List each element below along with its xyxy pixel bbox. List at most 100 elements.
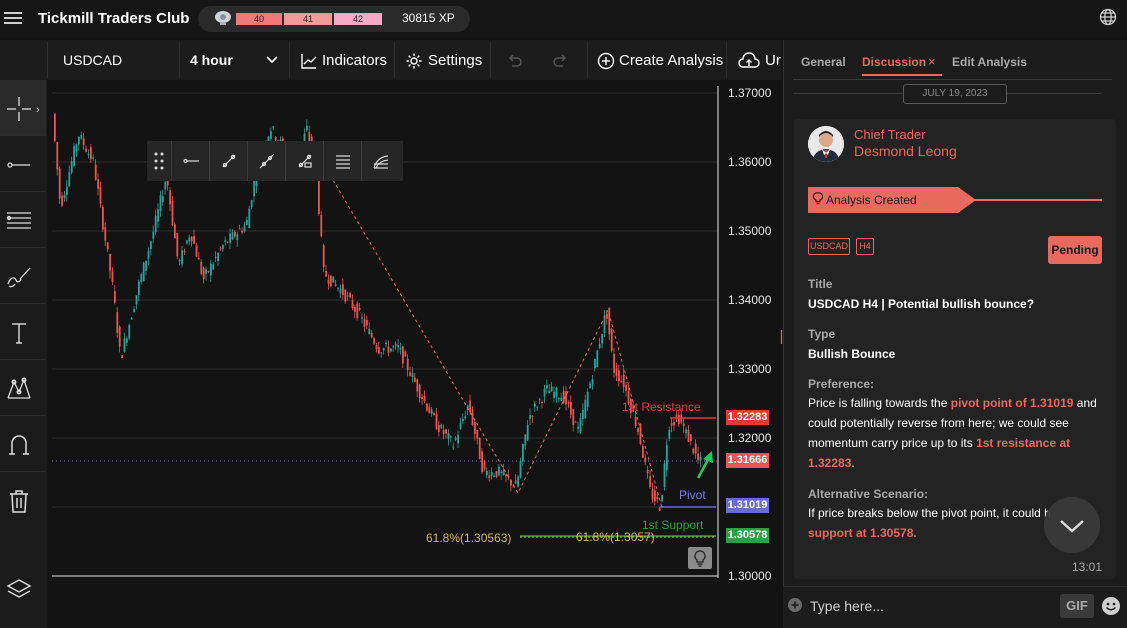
tab-discussion[interactable]: Discussion <box>862 55 926 69</box>
candle-body <box>354 306 356 312</box>
scroll-down-button[interactable] <box>1044 497 1100 553</box>
candle-body <box>75 144 78 152</box>
candle-body <box>171 200 174 225</box>
candle-body <box>63 194 66 199</box>
candle-body <box>219 248 222 250</box>
candle-body <box>70 161 73 173</box>
current-price-tag: 1.31666 <box>726 453 769 468</box>
candle-body <box>90 147 92 160</box>
ray-tool-button[interactable] <box>171 141 209 181</box>
candle-body <box>534 403 536 407</box>
ray-icon <box>183 158 199 164</box>
candle-body <box>673 422 675 426</box>
candle-body <box>560 397 563 401</box>
candle-body <box>368 328 371 334</box>
candle-body <box>529 414 531 419</box>
candle-body <box>670 422 673 426</box>
tab-general[interactable]: General <box>801 55 846 69</box>
info-line-icon <box>298 154 312 168</box>
candle-body <box>270 131 272 139</box>
candle-body <box>596 350 599 367</box>
candle-body <box>61 195 63 206</box>
candle-body <box>543 388 546 397</box>
message-input[interactable] <box>810 596 1050 616</box>
author-name[interactable]: Desmond Leong <box>854 143 957 159</box>
candle-body <box>524 434 527 446</box>
candle-body <box>174 224 176 239</box>
candle-body <box>142 262 145 282</box>
symbol-tag: USDCAD <box>808 238 850 255</box>
horizontal-lines-button[interactable] <box>323 141 361 181</box>
candle-body <box>234 231 236 237</box>
candle-body <box>133 309 135 313</box>
candle-body <box>169 190 171 205</box>
tab-edit-analysis[interactable]: Edit Analysis <box>952 55 1027 69</box>
hint-button[interactable] <box>688 547 712 569</box>
price-axis-label: 1.30000 <box>728 569 772 583</box>
support-price-tag: 1.30578 <box>726 528 769 543</box>
candle-body <box>54 113 56 141</box>
candle-body <box>433 413 435 415</box>
candle-body <box>123 338 126 352</box>
date-separator: JULY 19, 2023 <box>903 84 1007 104</box>
candle-body <box>332 276 335 283</box>
candle-body <box>236 234 239 241</box>
candle-body <box>200 261 203 274</box>
candle-body <box>327 279 330 284</box>
candle-body <box>517 476 519 487</box>
candle-body <box>224 240 227 242</box>
candle-body <box>649 476 651 488</box>
pivot-price-tag: 1.31019 <box>726 498 769 513</box>
candle-body <box>639 423 642 445</box>
drag-handle[interactable] <box>147 141 171 181</box>
candle-body <box>675 414 678 418</box>
candle-body <box>118 326 121 347</box>
candle-body <box>195 245 198 257</box>
emoji-icon[interactable] <box>1101 596 1121 616</box>
title-value: USDCAD H4 | Potential bullish bounce? <box>808 297 1035 311</box>
extended-line-button[interactable] <box>247 141 285 181</box>
candle-body <box>620 380 623 382</box>
candle-body <box>411 372 414 378</box>
candle-body <box>99 186 102 204</box>
candle-body <box>387 346 390 353</box>
close-icon[interactable]: × <box>928 54 936 69</box>
type-value: Bullish Bounce <box>808 347 896 361</box>
candle-body <box>246 219 248 225</box>
avatar[interactable] <box>808 126 844 162</box>
candle-body <box>618 370 620 382</box>
pivot-highlight: pivot point of 1.31019 <box>950 396 1074 410</box>
candle-body <box>682 423 685 427</box>
candle-body <box>214 256 217 258</box>
candle-body <box>330 275 332 287</box>
info-line-button[interactable] <box>285 141 323 181</box>
candle-body <box>375 345 378 349</box>
candle-body <box>342 284 344 295</box>
candle-body <box>404 351 407 357</box>
globe-icon[interactable] <box>1099 8 1117 26</box>
trend-line-button[interactable] <box>209 141 247 181</box>
candle-body <box>668 429 671 439</box>
candle-body <box>231 232 234 240</box>
gif-button[interactable]: GIF <box>1060 594 1094 618</box>
candle-body <box>678 415 680 425</box>
candle-body <box>445 429 447 434</box>
candle-body <box>128 325 131 339</box>
candle-body <box>78 136 80 145</box>
candle-body <box>109 254 111 272</box>
attach-plus-icon[interactable] <box>788 598 802 612</box>
candle-body <box>202 268 205 280</box>
candle-body <box>634 417 637 427</box>
candle-body <box>385 342 387 345</box>
candle-body <box>591 379 594 385</box>
candle-body <box>349 293 351 298</box>
candle-body <box>92 157 95 159</box>
candle-body <box>253 180 255 197</box>
candle-body <box>486 471 488 476</box>
candle-body <box>318 177 320 215</box>
candle-body <box>190 236 193 242</box>
fib-channel-button[interactable] <box>361 141 403 181</box>
candle-body <box>666 444 668 471</box>
candle-body <box>73 146 75 166</box>
candle-body <box>567 402 570 404</box>
